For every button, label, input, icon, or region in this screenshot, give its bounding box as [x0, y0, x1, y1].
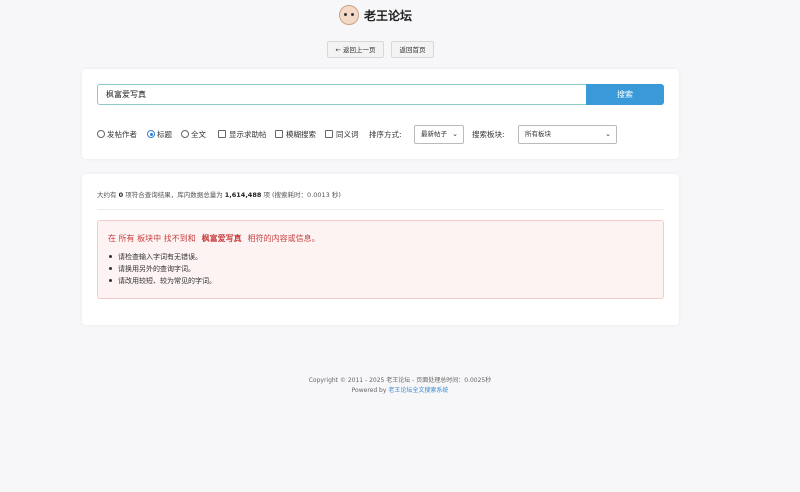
list-item: 请改用较短、较为常见的字词。	[108, 275, 216, 287]
checkbox-show-help-label: 显示求助帖	[229, 130, 267, 139]
board-select[interactable]: 所有板块 ⌄	[518, 125, 617, 144]
total-count: 1,614,488	[224, 191, 262, 199]
sort-select-value: 最新帖子	[421, 130, 447, 138]
radio-selected-icon	[147, 130, 155, 138]
checkbox-fuzzy-label: 模糊搜索	[286, 130, 316, 139]
radio-fulltext-label: 全文	[191, 130, 206, 139]
search-panel: 搜索 发帖作者 标题 全文 显示求助帖 模糊搜索 同义词 排序方式: 最新帖子 …	[82, 69, 679, 159]
site-header: 老王论坛	[0, 0, 800, 34]
no-results-alert: 在 所有 板块中 找不到和 枫富爱写真 相符的内容或信息。 请检查输入字词有无错误。…	[97, 220, 664, 299]
checkbox-show-help[interactable]: 显示求助帖	[218, 125, 267, 145]
radio-circle-icon	[181, 130, 189, 138]
alert-keyword: 枫富爱写真	[201, 234, 242, 243]
radio-author[interactable]: 发帖作者	[97, 125, 137, 145]
powered-link[interactable]: 老王论坛全文搜索系统	[388, 387, 448, 394]
results-panel: 大约有 0 项符合查询结果，库内数据总量为 1,614,488 项 (搜索耗时：…	[82, 174, 679, 325]
checkbox-fuzzy[interactable]: 模糊搜索	[275, 125, 316, 145]
chevron-down-icon: ⌄	[605, 130, 611, 138]
search-button[interactable]: 搜索	[586, 84, 664, 105]
radio-title[interactable]: 标题	[147, 125, 172, 145]
checkbox-icon	[218, 130, 226, 138]
board-label: 搜索板块:	[472, 130, 505, 139]
pig-avatar-icon	[339, 5, 359, 25]
powered-by: Powered by 老王论坛全文搜索系统	[351, 387, 449, 394]
sort-label: 排序方式:	[369, 130, 402, 139]
result-count: 0	[118, 191, 124, 199]
checkbox-synonym[interactable]: 同义词	[325, 125, 359, 145]
board-select-value: 所有板块	[525, 130, 551, 138]
alert-title: 在 所有 板块中 找不到和 枫富爱写真 相符的内容或信息。	[108, 234, 320, 243]
list-item: 请换用另外的查询字词。	[108, 263, 216, 275]
footer: Copyright © 2011 - 2025 老王论坛 - 页面处理总时间：0…	[0, 376, 800, 396]
copyright: Copyright © 2011 - 2025 老王论坛 - 页面处理总时间：0…	[308, 377, 492, 384]
result-stats: 大约有 0 项符合查询结果，库内数据总量为 1,614,488 项 (搜索耗时：…	[97, 191, 341, 199]
checkbox-synonym-label: 同义词	[336, 130, 359, 139]
back-button[interactable]: ← 返回上一页	[327, 41, 384, 58]
checkbox-icon	[275, 130, 283, 138]
site-title: 老王论坛	[364, 9, 413, 23]
divider	[97, 209, 664, 210]
radio-circle-icon	[97, 130, 105, 138]
tips-list: 请检查输入字词有无错误。 请换用另外的查询字词。 请改用较短、较为常见的字词。	[108, 251, 216, 287]
radio-title-label: 标题	[157, 130, 172, 139]
radio-author-label: 发帖作者	[107, 130, 137, 139]
checkbox-icon	[325, 130, 333, 138]
sort-select[interactable]: 最新帖子 ⌄	[414, 125, 464, 144]
search-input[interactable]	[97, 84, 587, 105]
chevron-down-icon: ⌄	[452, 130, 458, 138]
list-item: 请检查输入字词有无错误。	[108, 251, 216, 263]
home-button[interactable]: 返回首页	[391, 41, 434, 58]
search-options: 发帖作者 标题 全文 显示求助帖 模糊搜索 同义词 排序方式: 最新帖子 ⌄ 搜…	[97, 125, 667, 145]
radio-fulltext[interactable]: 全文	[181, 125, 206, 145]
